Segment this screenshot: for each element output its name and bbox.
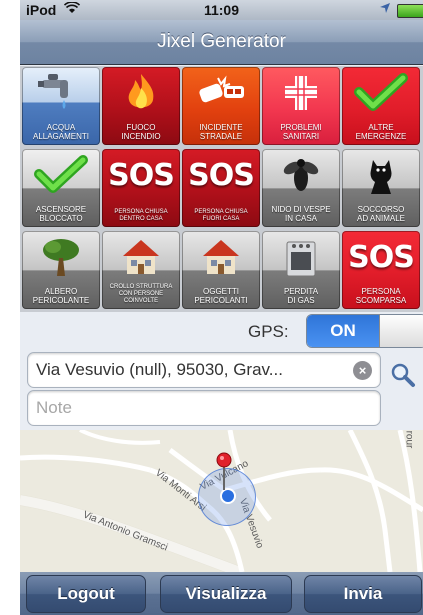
map-view[interactable]: Via Vulcano Via Monti Arsi Via Antonio G… [20,430,423,572]
page-title: Jixel Generator [157,31,286,52]
visualizza-button[interactable]: Visualizza [160,575,292,613]
sos-icon: SOS [188,157,255,193]
clock: 11:09 [203,2,240,18]
map-label-corner: rour [403,430,415,449]
faucet-icon [22,71,100,115]
checkmark-icon [22,153,100,197]
tile-label: PERSONA CHIUSA DENTRO CASA [114,209,168,222]
house-icon [182,235,260,279]
tile-label: PERDITA DI GAS [283,287,319,305]
tile-label: PERSONA CHIUSA FUORI CASA [194,209,248,222]
checkmark-icon [342,71,420,115]
note-field[interactable] [27,390,381,426]
tile-label: NIDO DI VESPE IN CASA [271,205,331,223]
logout-button[interactable]: Logout [26,575,146,613]
tile-oggetti-pericolanti[interactable]: OGGETTI PERICOLANTI [182,231,260,309]
tile-label: ALBERO PERICOLANTE [32,287,90,305]
toggle-knob [379,315,423,347]
search-icon[interactable] [388,360,418,390]
phone-screen: iPod 11:09 Jixel Generator ACQUA ALLAGAM… [20,0,423,615]
gps-toggle[interactable]: ON [306,314,423,348]
tile-ascensore-bloccato[interactable]: ASCENSORE BLOCCATO [22,149,100,227]
tile-nido-di-vespe[interactable]: NIDO DI VESPE IN CASA [262,149,340,227]
stove-icon [262,235,340,279]
tile-problemi-sanitari[interactable]: PROBLEMI SANITARI [262,67,340,145]
status-bar: iPod 11:09 [20,0,423,20]
tile-label: CROLLO STRUTTURA CON PERSONE COINVOLTE [109,284,173,304]
address-field[interactable]: × [27,352,381,388]
clear-icon[interactable]: × [353,361,372,380]
tile-albero-pericolante[interactable]: ALBERO PERICOLANTE [22,231,100,309]
tile-label: SOCCORSO AD ANIMALE [356,205,405,223]
tile-label: ALTRE EMERGENZE [355,123,407,141]
location-arrow-icon [379,2,391,17]
tile-label: INCIDENTE STRADALE [199,123,243,141]
invia-button[interactable]: Invia [304,575,422,613]
tile-label: PROBLEMI SANITARI [280,123,322,141]
note-input[interactable] [36,397,341,419]
tile-persona-chiusa-fuori[interactable]: SOS PERSONA CHIUSA FUORI CASA [182,149,260,227]
tile-persona-chiusa-dentro[interactable]: SOS PERSONA CHIUSA DENTRO CASA [102,149,180,227]
tile-soccorso-animale[interactable]: SOCCORSO AD ANIMALE [342,149,420,227]
tile-crollo-struttura[interactable]: CROLLO STRUTTURA CON PERSONE COINVOLTE [102,231,180,309]
tile-altre-emergenze[interactable]: ALTRE EMERGENZE [342,67,420,145]
sos-icon: SOS [108,157,175,193]
tile-label: FUOCO INCENDIO [121,123,161,141]
tree-icon [22,235,100,279]
gps-state: ON [307,315,379,347]
tile-label: OGGETTI PERICOLANTI [194,287,248,305]
tile-label: PERSONA SCOMPARSA [355,287,407,305]
battery-icon [397,4,423,18]
medical-cross-icon [262,71,340,115]
tile-label: ACQUA ALLAGAMENTI [32,123,89,141]
tile-perdita-di-gas[interactable]: PERDITA DI GAS [262,231,340,309]
sos-icon: SOS [348,239,415,275]
tile-persona-scomparsa[interactable]: SOS PERSONA SCOMPARSA [342,231,420,309]
emergency-grid: ACQUA ALLAGAMENTI FUOCO INCENDIO INCIDEN… [20,66,423,312]
navigation-bar: Jixel Generator [20,20,423,65]
wasp-icon [262,153,340,197]
tile-fuoco-incendio[interactable]: FUOCO INCENDIO [102,67,180,145]
map-pin-icon[interactable] [216,452,232,497]
cat-icon [342,153,420,197]
address-input[interactable] [36,359,341,381]
tile-acqua-allagamenti[interactable]: ACQUA ALLAGAMENTI [22,67,100,145]
house-icon [102,235,180,279]
bottom-toolbar: Logout Visualizza Invia [20,572,423,615]
tile-label: ASCENSORE BLOCCATO [35,205,87,223]
car-crash-icon [182,71,260,115]
tile-incidente-stradale[interactable]: INCIDENTE STRADALE [182,67,260,145]
fire-icon [102,71,180,115]
gps-label: GPS: [248,322,289,341]
